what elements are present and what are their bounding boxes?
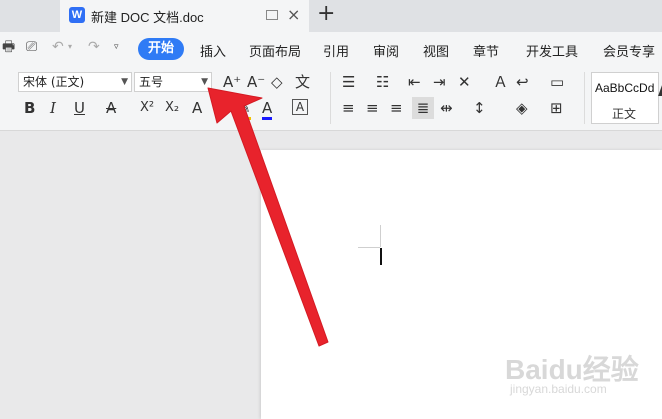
italic-icon[interactable]: I (50, 99, 56, 117)
style-normal[interactable]: AaBbCcDd 正文 (591, 72, 659, 124)
document-tab[interactable]: W 新建 DOC 文档.doc × (60, 0, 309, 32)
style-sample-text: AaBbCcDd (595, 81, 655, 95)
shading-icon[interactable]: ◈ (516, 99, 528, 117)
align-right-icon[interactable]: ≡ (390, 99, 403, 117)
menu-tab-view[interactable]: 视图 (423, 41, 449, 60)
decrease-font-size-icon[interactable]: A⁻ (247, 73, 265, 91)
bold-icon[interactable]: B (24, 99, 35, 117)
text-effect-icon[interactable]: A (192, 99, 202, 117)
align-left-icon[interactable]: ≡ (342, 99, 355, 117)
borders-icon[interactable]: ⊞ (550, 99, 563, 117)
close-tab-button[interactable]: × (287, 5, 300, 24)
line-break-icon[interactable]: ↩ (516, 73, 529, 91)
document-title: 新建 DOC 文档.doc (91, 10, 204, 25)
decrease-indent-icon[interactable]: ⇤ (408, 73, 421, 91)
font-color-icon[interactable]: A (262, 99, 273, 120)
chevron-down-icon: ▼ (121, 77, 128, 87)
clear-format-icon[interactable]: ◇ (271, 73, 283, 91)
undo-icon[interactable]: ↶ (52, 40, 66, 54)
tab-bar: W 新建 DOC 文档.doc × + (0, 0, 662, 32)
menu-bar: 🖶 ⎚ ↶ ▾ ↷ ▿ 开始 插入 页面布局 引用 审阅 视图 章节 开发工具 … (0, 32, 662, 66)
ruler-icon[interactable]: ▭ (550, 73, 564, 91)
text-direction-icon[interactable]: Ａ (493, 73, 508, 91)
highlight-icon[interactable]: ✎ (238, 99, 251, 120)
menu-tab-member[interactable]: 会员专享 (603, 41, 655, 60)
divider (584, 72, 585, 124)
wps-writer-icon: W (69, 7, 85, 23)
menu-tab-developer[interactable]: 开发工具 (526, 41, 578, 60)
bullet-list-icon[interactable]: ☰ (342, 73, 355, 91)
chinese-layout-icon[interactable]: ✕ (458, 73, 471, 91)
customize-toolbar-icon[interactable]: ▿ (114, 40, 128, 54)
ribbon-toolbar: 宋体 (正文) ▼ 五号 ▼ A⁺ A⁻ ◇ 文 B I U A X² X₂ A… (0, 66, 662, 131)
divider (330, 72, 331, 124)
font-size-select[interactable]: 五号 ▼ (134, 72, 212, 92)
font-size-value: 五号 (139, 75, 164, 89)
phonetic-guide-icon[interactable]: 文 (295, 73, 310, 91)
margin-mark-vertical (380, 225, 381, 247)
undo-dropdown-icon[interactable]: ▾ (68, 40, 82, 54)
chevron-down-icon: ▼ (201, 77, 208, 87)
superscript-icon[interactable]: X² (140, 99, 154, 117)
print-preview-icon[interactable]: ⎚ (26, 40, 40, 54)
subscript-icon[interactable]: X₂ (165, 99, 179, 117)
window-icon[interactable] (266, 10, 278, 20)
menu-tab-review[interactable]: 审阅 (373, 41, 399, 60)
line-spacing-icon[interactable]: ↕ (473, 99, 486, 117)
margin-mark-horizontal (358, 247, 380, 248)
numbered-list-icon[interactable]: ☷ (376, 73, 389, 91)
character-border-icon[interactable]: A (292, 99, 308, 115)
new-tab-button[interactable]: + (317, 1, 335, 26)
print-icon[interactable]: 🖶 (2, 40, 16, 54)
style-preview-overflow: A (658, 79, 662, 99)
font-name-value: 宋体 (正文) (23, 75, 85, 89)
style-name: 正文 (612, 107, 637, 121)
text-cursor (380, 248, 382, 265)
align-center-icon[interactable]: ≡ (366, 99, 379, 117)
justify-icon[interactable]: ≣ (412, 97, 434, 119)
underline-icon[interactable]: U (74, 99, 85, 117)
menu-tab-insert[interactable]: 插入 (200, 41, 226, 60)
distributed-align-icon[interactable]: ⇹ (440, 99, 453, 117)
redo-icon[interactable]: ↷ (88, 40, 102, 54)
strikethrough-icon[interactable]: A (106, 99, 116, 117)
increase-font-size-icon[interactable]: A⁺ (223, 73, 241, 91)
baidu-watermark-url: jingyan.baidu.com (510, 382, 607, 396)
increase-indent-icon[interactable]: ⇥ (433, 73, 446, 91)
menu-tab-page-layout[interactable]: 页面布局 (249, 41, 301, 60)
menu-tab-section[interactable]: 章节 (473, 41, 499, 60)
font-name-select[interactable]: 宋体 (正文) ▼ (18, 72, 132, 92)
menu-tab-references[interactable]: 引用 (323, 41, 349, 60)
menu-tab-home[interactable]: 开始 (138, 38, 184, 60)
